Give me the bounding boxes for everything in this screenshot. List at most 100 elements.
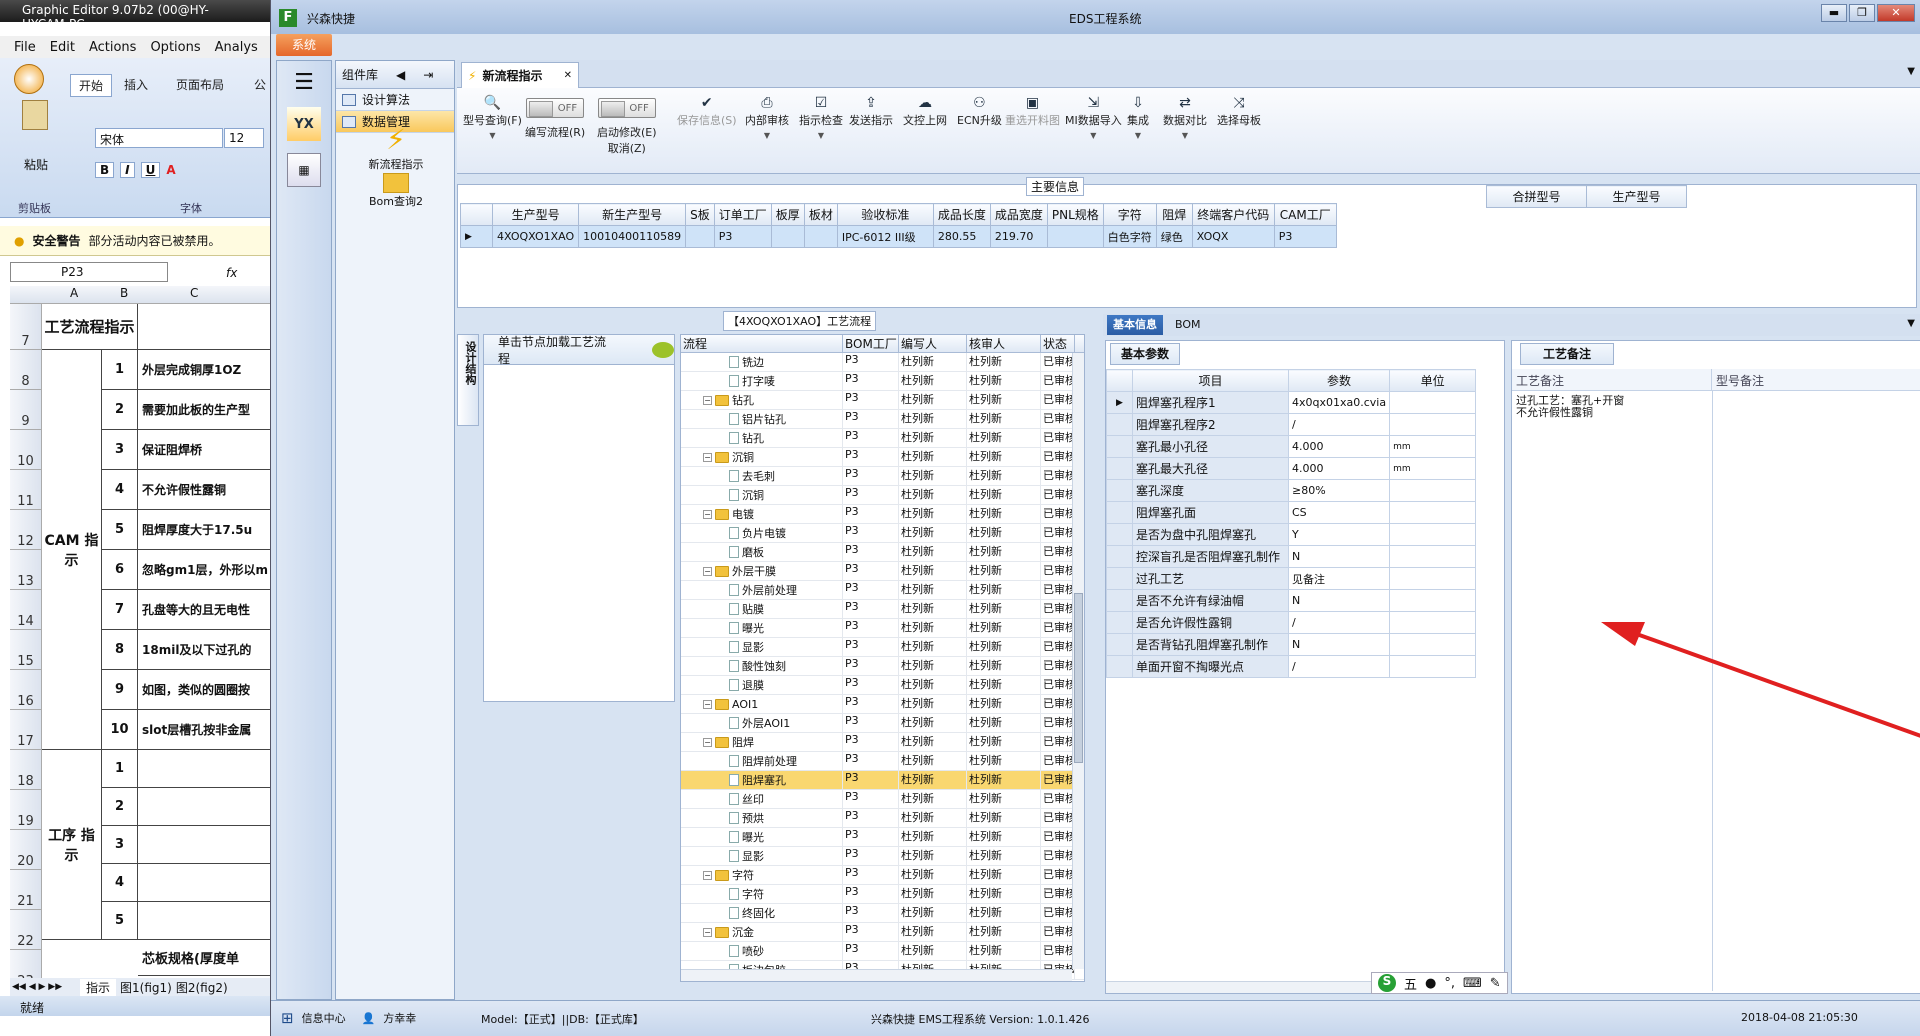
bold-button[interactable]: B <box>95 162 115 178</box>
remark-text[interactable]: 过孔工艺：塞孔+开窗 不允许假性露铜 <box>1516 395 1712 419</box>
cam-row-text[interactable]: 外层完成铜厚1OZ <box>138 350 274 390</box>
param-row[interactable]: 过孔工艺 见备注 <box>1106 567 1477 590</box>
group-cam[interactable]: CAM 指示 <box>42 350 102 750</box>
flow-row[interactable]: − 沉金 P3 杜列新 杜列新 已审核 <box>681 923 1084 942</box>
main-info-col-header[interactable]: 订单工厂 <box>713 203 772 226</box>
italic-button[interactable]: I <box>120 162 135 178</box>
flow-hscroll[interactable] <box>681 969 1072 981</box>
param-row[interactable]: ▶ 阻焊塞孔程序1 4x0qx01xa0.cvia <box>1106 391 1477 414</box>
param-col-unit[interactable]: 单位 <box>1389 369 1477 392</box>
row-header[interactable]: 13 <box>10 550 42 590</box>
calculator-icon[interactable]: ▦ <box>287 153 321 187</box>
name-box[interactable]: P23 <box>10 262 168 282</box>
main-info-cell[interactable]: XOQX <box>1191 225 1275 248</box>
collapse-icon[interactable]: − <box>703 870 712 880</box>
remark-col-model[interactable]: 型号备注 <box>1712 369 1920 390</box>
row-header[interactable]: 12 <box>10 510 42 550</box>
param-row[interactable]: 是否不允许有绿油帽 N <box>1106 589 1477 612</box>
flow-row[interactable]: 喷砂 P3 杜列新 杜列新 已审核 <box>681 942 1084 961</box>
main-info-cell[interactable]: P3 <box>1273 225 1337 248</box>
row-header[interactable]: 22 <box>10 910 42 950</box>
flow-row[interactable]: 终固化 P3 杜列新 杜列新 已审核 <box>681 904 1084 923</box>
flow-row[interactable]: − AOI1 P3 杜列新 杜列新 已审核 <box>681 695 1084 714</box>
proc-row-text[interactable] <box>138 902 274 940</box>
header-cell[interactable]: 工艺流程指示 <box>42 304 138 350</box>
collapse-icon[interactable]: − <box>703 509 712 519</box>
flow-row[interactable]: 沉铜 P3 杜列新 杜列新 已审核 <box>681 486 1084 505</box>
main-info-cell[interactable]: 280.55 <box>932 225 991 248</box>
group-proc[interactable]: 工序 指示 <box>42 750 102 940</box>
collapse-icon[interactable]: − <box>703 452 712 462</box>
cam-row-text[interactable]: 不允许假性露铜 <box>138 470 274 510</box>
main-info-cell[interactable] <box>770 225 805 248</box>
collapse-icon[interactable]: − <box>703 927 712 937</box>
param-col-item[interactable]: 项目 <box>1132 369 1289 392</box>
param-row[interactable]: 控深盲孔是否阻焊塞孔制作 N <box>1106 545 1477 568</box>
main-info-col-header[interactable]: 板厚 <box>770 203 805 226</box>
cam-row-text[interactable]: 忽略gm1层，外形以m <box>138 550 274 590</box>
flow-row[interactable]: 磨板 P3 杜列新 杜列新 已审核 <box>681 543 1084 562</box>
param-value[interactable]: 4x0qx01xa0.cvia <box>1287 391 1391 414</box>
cam-row-text[interactable]: 如图，类似的圆圈按 <box>138 670 274 710</box>
tab-new-flow[interactable]: ⚡ 新流程指示 ✕ <box>461 62 579 88</box>
ime-toolbar[interactable]: S 五 ● °, ⌨ ✎ <box>1371 972 1508 994</box>
row-header[interactable]: 9 <box>10 390 42 430</box>
cam-row-num[interactable]: 3 <box>102 430 138 470</box>
dropdown-arrow-icon[interactable]: ▼ <box>799 131 843 140</box>
flow-col-header[interactable]: BOM工厂 <box>843 335 899 352</box>
maximize-button[interactable]: ❐ <box>1849 4 1875 22</box>
dropdown-arrow-icon[interactable]: ▼ <box>1127 131 1149 140</box>
design-structure-tab[interactable]: 设计结构 <box>457 334 479 426</box>
param-col-value[interactable]: 参数 <box>1287 369 1391 392</box>
toolbar-download-button[interactable]: ⇩ 集成 ▼ <box>1127 94 1149 140</box>
flow-row[interactable]: 铝片钻孔 P3 杜列新 杜列新 已审核 <box>681 410 1084 429</box>
cam-row-num[interactable]: 1 <box>102 350 138 390</box>
main-info-col-header[interactable]: 终端客户代码 <box>1191 203 1275 226</box>
row-header[interactable]: 11 <box>10 470 42 510</box>
flow-row[interactable]: 曝光 P3 杜列新 杜列新 已审核 <box>681 828 1084 847</box>
header-cell-c[interactable] <box>138 304 274 350</box>
main-info-cell[interactable]: 4XOQXO1XAO <box>491 225 580 248</box>
param-value[interactable]: 见备注 <box>1287 567 1391 590</box>
proc-row-num[interactable]: 1 <box>102 750 138 788</box>
flow-vscroll[interactable] <box>1072 353 1084 969</box>
dropdown-arrow-icon[interactable]: ▼ <box>1163 131 1207 140</box>
toolbar-upload-button[interactable]: ⇪ 发送指示 <box>849 94 893 128</box>
flow-col-header[interactable]: 编写人 <box>899 335 967 352</box>
main-info-col-header[interactable]: 成品宽度 <box>989 203 1048 226</box>
param-row[interactable]: 塞孔最小孔径 4.000 mm <box>1106 435 1477 458</box>
flow-row[interactable]: − 阻焊 P3 杜列新 杜列新 已审核 <box>681 733 1084 752</box>
cam-row-num[interactable]: 7 <box>102 590 138 630</box>
sheet-tab-2[interactable]: 图2(fig2) <box>176 979 228 996</box>
param-value[interactable]: ≥80% <box>1287 479 1391 502</box>
flow-row[interactable]: 打字唛 P3 杜列新 杜列新 已审核 <box>681 372 1084 391</box>
remark-col-process[interactable]: 工艺备注 <box>1512 369 1712 390</box>
col-b[interactable]: B <box>120 286 128 300</box>
ribbon-tab-formula[interactable]: 公 <box>254 76 266 93</box>
param-value[interactable]: N <box>1287 545 1391 568</box>
collapse-icon[interactable]: − <box>703 566 712 576</box>
tab-basic-info[interactable]: 基本信息 <box>1107 315 1163 335</box>
flow-row[interactable]: 负片电镀 P3 杜列新 杜列新 已审核 <box>681 524 1084 543</box>
main-info-col-header[interactable]: 生产型号 <box>491 203 580 226</box>
proc-row-text[interactable] <box>138 864 274 902</box>
yx-tool-icon[interactable]: YX <box>287 107 321 141</box>
flow-row[interactable]: 外层前处理 P3 杜列新 杜列新 已审核 <box>681 581 1084 600</box>
system-button[interactable]: 系统 <box>276 34 332 56</box>
row-header[interactable]: 17 <box>10 710 42 750</box>
param-row[interactable]: 塞孔最大孔径 4.000 mm <box>1106 457 1477 480</box>
param-value[interactable]: CS <box>1287 501 1391 524</box>
row-header[interactable]: 15 <box>10 630 42 670</box>
col-a[interactable]: A <box>70 286 78 300</box>
row-header[interactable]: 7 <box>10 304 42 350</box>
dropdown-arrow-icon[interactable]: ▼ <box>1065 131 1122 140</box>
row-header[interactable]: 8 <box>10 350 42 390</box>
bom-query-tool[interactable]: Bom查询2 <box>336 173 456 209</box>
param-value[interactable]: / <box>1287 413 1391 436</box>
param-value[interactable]: / <box>1287 611 1391 634</box>
main-info-cell[interactable]: 219.70 <box>989 225 1048 248</box>
param-row[interactable]: 单面开窗不掏曝光点 / <box>1106 655 1477 678</box>
main-info-col-header[interactable]: 字符 <box>1102 203 1157 226</box>
toggle-switch[interactable]: OFF <box>597 98 656 118</box>
flow-row[interactable]: 贴膜 P3 杜列新 杜列新 已审核 <box>681 600 1084 619</box>
